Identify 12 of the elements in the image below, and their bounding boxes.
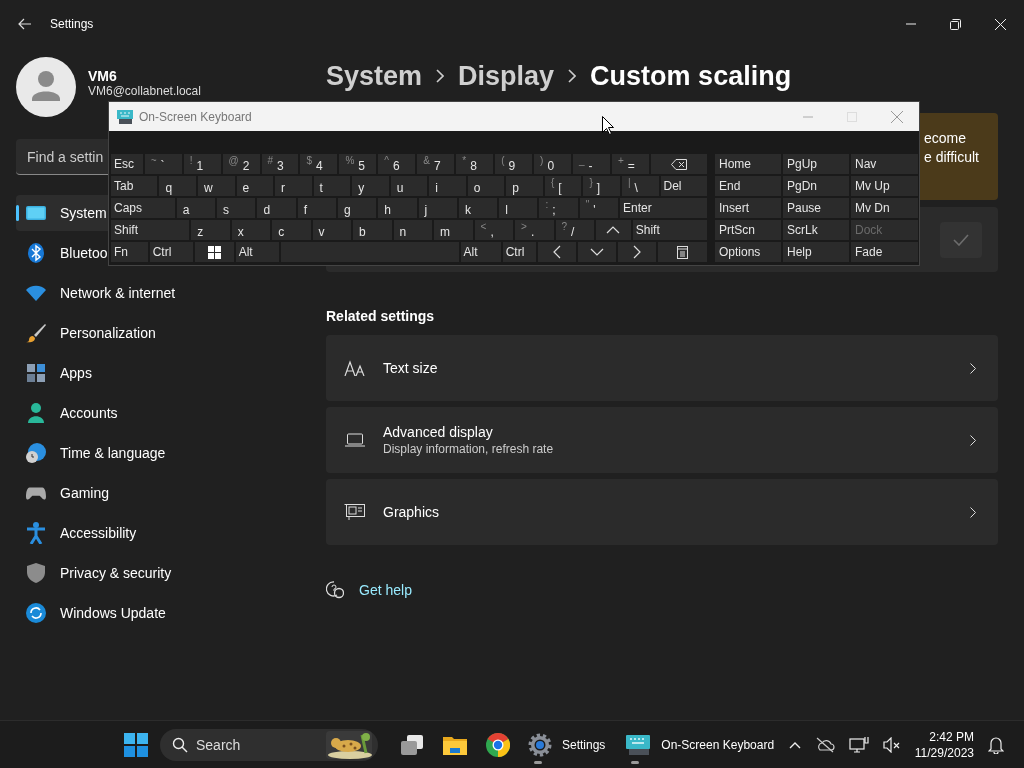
window-title: Settings	[50, 17, 94, 31]
card-title: Text size	[383, 360, 438, 376]
window-title: On-Screen Keyboard	[139, 109, 252, 124]
account-name: VM6	[88, 68, 118, 84]
card-title: Advanced display	[383, 424, 494, 440]
warning-text: ecome	[924, 129, 968, 148]
card-title: Graphics	[383, 504, 440, 520]
section-heading: Related settings	[326, 308, 436, 324]
account-email: VM6@collabnet.local	[88, 84, 201, 98]
breadcrumb-item: Custom scaling	[590, 60, 792, 92]
card-subtitle: Display information, refresh rate	[383, 442, 554, 456]
warning-text: e difficult	[924, 148, 980, 167]
